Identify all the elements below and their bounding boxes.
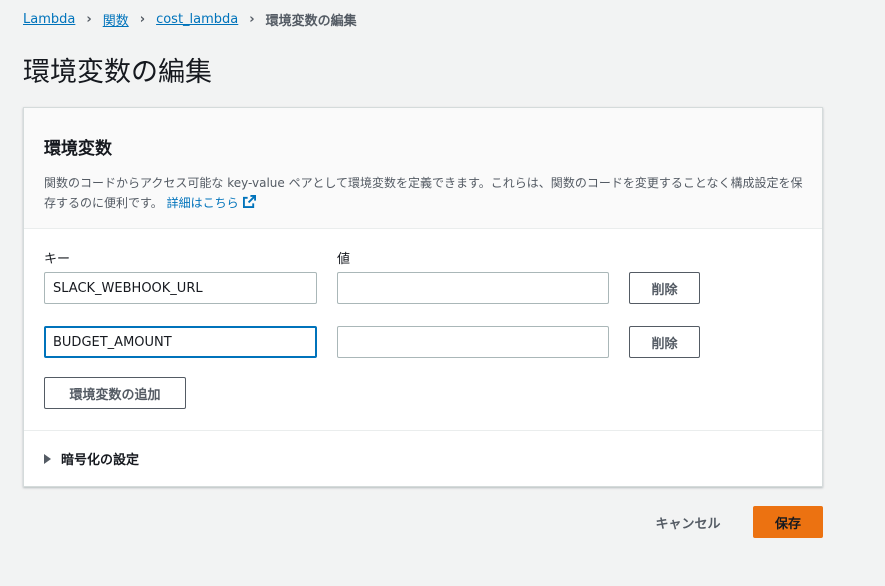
learn-more-link[interactable]: 詳細はこちら (166, 194, 256, 210)
learn-more-label: 詳細はこちら (166, 196, 239, 210)
chevron-right-icon: › (139, 11, 146, 27)
environment-variables-panel: 環境変数 関数のコードからアクセス可能な key-value ペアとして環境変数… (23, 107, 823, 487)
cancel-button[interactable]: キャンセル (640, 506, 736, 538)
key-input-1[interactable]: SLACK_WEBHOOK_URL (44, 272, 317, 304)
remove-button-2[interactable]: 削除 (629, 326, 700, 358)
panel-title: 環境変数 (44, 139, 112, 159)
key-input-2[interactable]: BUDGET_AMOUNT (44, 326, 317, 358)
breadcrumb: Lambda › 関数 › cost_lambda › 環境変数の編集 (23, 10, 357, 29)
breadcrumb-lambda-link[interactable]: Lambda (23, 12, 75, 27)
value-input-2[interactable] (337, 326, 609, 358)
breadcrumb-function-link[interactable]: cost_lambda (156, 12, 238, 27)
breadcrumb-current: 環境変数の編集 (265, 13, 357, 29)
value-column-label: 値 (337, 252, 351, 267)
encryption-settings-expander[interactable]: 暗号化の設定 (44, 449, 139, 468)
chevron-right-icon: › (249, 11, 255, 27)
external-link-icon (242, 194, 256, 214)
caret-right-icon (44, 453, 51, 464)
add-environment-variable-button[interactable]: 環境変数の追加 (44, 377, 186, 409)
value-input-1[interactable] (337, 272, 609, 304)
save-button[interactable]: 保存 (753, 506, 823, 538)
divider (24, 430, 822, 431)
panel-header: 環境変数 関数のコードからアクセス可能な key-value ペアとして環境変数… (24, 108, 822, 229)
remove-button-1[interactable]: 削除 (629, 272, 700, 304)
page-title: 環境変数の編集 (23, 57, 212, 88)
panel-description: 関数のコードからアクセス可能な key-value ペアとして環境変数を定義でき… (44, 173, 804, 214)
encryption-settings-label: 暗号化の設定 (61, 453, 140, 468)
description-text: 関数のコードからアクセス可能な key-value ペアとして環境変数を定義でき… (44, 176, 803, 210)
key-column-label: キー (44, 252, 71, 267)
breadcrumb-functions-link[interactable]: 関数 (103, 10, 129, 29)
chevron-right-icon: › (86, 11, 92, 27)
